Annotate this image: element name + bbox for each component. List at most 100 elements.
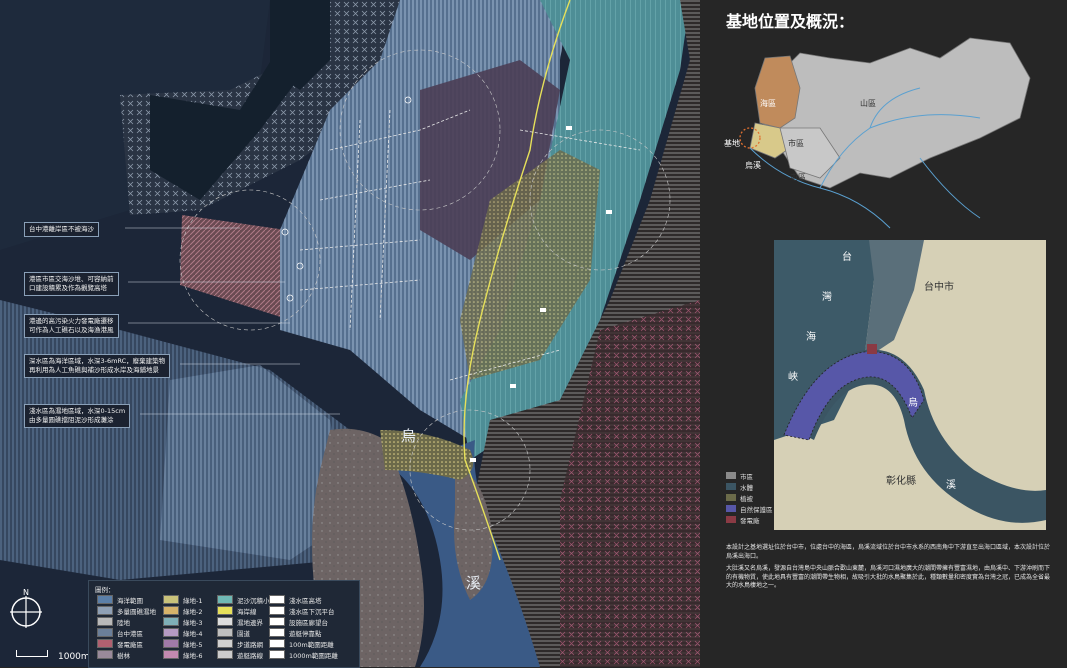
legend-item: 綠地-2 — [163, 606, 217, 616]
legend-title: 圖例： — [95, 586, 115, 594]
legend-item: 步道路網 — [217, 639, 269, 649]
legend-item: 綠地-1 — [163, 595, 217, 605]
inset-legend-label: 植被 — [740, 494, 753, 503]
legend-item: 陸地 — [97, 617, 163, 627]
inset-label-wuxi: 烏溪 — [745, 160, 761, 170]
callout-power-plant: 港邊的高污染火力發電廠遷移 可作為人工礁石以及海漁港風 — [24, 314, 119, 338]
legend-swatch — [217, 606, 233, 615]
inset-label-jidi: 基地 — [724, 138, 740, 148]
legend-swatch — [217, 595, 233, 604]
legend-label: 綠地-4 — [183, 629, 203, 638]
legend-label: 淺水區下沉平台 — [289, 607, 335, 616]
inset-legend-swatch — [726, 472, 736, 479]
inset-legend-item: 發電廠 — [726, 514, 773, 525]
legend-swatch — [163, 639, 179, 648]
legend-swatch — [269, 606, 285, 615]
legend-swatch — [269, 628, 285, 637]
legend-item: 設施區廊望台 — [269, 617, 357, 627]
legend-label: 綠地-5 — [183, 640, 203, 649]
legend-label: 濕地邊界 — [237, 618, 263, 627]
legend-item: 園道 — [217, 628, 269, 638]
legend-label: 多量圓礁濕地 — [117, 607, 156, 616]
inset-legend-item: 植被 — [726, 492, 773, 503]
legend-label: 遊艇路線 — [237, 651, 263, 660]
legend-swatch — [97, 606, 113, 615]
legend-label: 陸地 — [117, 618, 130, 627]
legend-item: 綠地-5 — [163, 639, 217, 649]
legend-item: 樹林 — [97, 650, 163, 660]
inset-legend-swatch — [726, 505, 736, 512]
legend-swatch — [97, 595, 113, 604]
inset-label-wan: 灣 — [822, 291, 832, 303]
legend-item: 濕地邊界 — [217, 617, 269, 627]
inset-label-xi: 溪 — [946, 479, 956, 491]
inset-legend-item: 市區 — [726, 470, 773, 481]
scale-label: 1000m — [58, 652, 90, 662]
legend-item: 1000m範圍距離 — [269, 650, 357, 660]
main-map[interactable]: 烏 溪 台中港離岸區不被海沙 港區市區交海沙堆、可容納前 口建設積累及作為觀覽高… — [0, 0, 700, 667]
inset-label-shi: 市區 — [788, 138, 804, 148]
callout-harbor: 台中港離岸區不被海沙 — [24, 222, 99, 237]
legend-label: 樹林 — [117, 651, 130, 660]
inset-label-hai: 海區 — [760, 98, 776, 108]
scale-bar: 1000m — [16, 650, 91, 664]
legend-label: 海岸線 — [237, 607, 257, 616]
legend-swatch — [269, 617, 285, 626]
legend-item: 綠地-6 — [163, 650, 217, 660]
north-compass: N — [6, 588, 46, 630]
legend-item: 多量圓礁濕地 — [97, 606, 163, 616]
scale-bar-line — [16, 650, 48, 657]
inset-site-power-plant — [867, 344, 877, 354]
legend-item: 100m範圍距離 — [269, 639, 357, 649]
description-para-1: 本設計之基地選址位於台中市，位處台中的海區，烏溪流域位於台中市水系的西南角中下游… — [726, 544, 1051, 560]
inset-label-shan: 山區 — [860, 98, 876, 108]
inset-label-wu: 烏 — [908, 396, 918, 409]
inset-districts-map[interactable]: 海區 山區 市區 屯區 基地 烏溪 — [720, 28, 1040, 238]
inset-legend: 市區 水體植被 自然保護區發電廠 — [726, 470, 773, 525]
legend-swatch — [97, 650, 113, 659]
legend-item: 泥沙沉積小島 — [217, 595, 276, 605]
inset-legend-item: 水體 — [726, 481, 773, 492]
legend-swatch — [269, 595, 285, 604]
legend-label: 綠地-3 — [183, 618, 203, 627]
legend-item: 遊艇停靠點 — [269, 628, 357, 638]
legend-swatch — [163, 595, 179, 604]
legend-swatch — [163, 606, 179, 615]
legend-swatch — [217, 617, 233, 626]
legend-label: 淺水區高塔 — [289, 596, 322, 605]
inset-label-taizhong: 台中市 — [924, 280, 954, 293]
legend-swatch — [163, 628, 179, 637]
legend-label: 綠地-1 — [183, 596, 203, 605]
legend-swatch — [217, 639, 233, 648]
callout-shallow-water: 淺水區為濕地區域，水深0-15cm 由多量圓礁擋阻泥沙形成灘涂 — [24, 404, 131, 428]
description: 本設計之基地選址位於台中市，位處台中的海區，烏溪流域位於台中市水系的西南角中下游… — [726, 544, 1051, 595]
inset-label-tun: 屯區 — [790, 172, 806, 182]
description-para-2: 大肚溪又名烏溪，發源自台灣島中央山脈合歡山東麓，烏溪河口濕地廣大的潮間帶擁有豐富… — [726, 565, 1051, 589]
legend-item: 海洋範圍 — [97, 595, 163, 605]
legend-swatch — [97, 628, 113, 637]
inset-label-xia: 峽 — [788, 370, 798, 383]
inset-label-hai2: 海 — [806, 330, 816, 343]
inset-legend-swatch — [726, 494, 736, 501]
inset-site-map[interactable]: 台 灣 海 峽 台中市 烏 溪 彰化縣 — [774, 240, 1046, 530]
compass-letter: N — [23, 588, 29, 597]
river-label-xi: 溪 — [466, 574, 482, 592]
legend-swatch — [269, 650, 285, 659]
legend-item: 發電廠區 — [97, 639, 163, 649]
legend-item: 淺水區下沉平台 — [269, 606, 357, 616]
legend-label: 綠地-6 — [183, 651, 203, 660]
legend-swatch — [269, 639, 285, 648]
legend-label: 海洋範圍 — [117, 596, 143, 605]
legend-swatch — [217, 650, 233, 659]
inset-legend-item: 自然保護區 — [726, 503, 773, 514]
legend-item: 淺水區高塔 — [269, 595, 357, 605]
inset-label-tai: 台 — [842, 250, 852, 263]
inset-legend-label: 發電廠 — [740, 516, 760, 525]
legend-label: 遊艇停靠點 — [289, 629, 322, 638]
legend-item: 台中港區 — [97, 628, 163, 638]
inset-legend-label: 市區 — [740, 472, 753, 481]
legend-label: 設施區廊望台 — [289, 618, 328, 627]
legend-label: 100m範圍距離 — [289, 640, 334, 649]
callout-deep-water: 深水區為海洋區域，水深3-6mRC，廢棄建築物 再利用為人工魚礁與補沙形成水岸及… — [24, 354, 171, 378]
inset-legend-swatch — [726, 516, 736, 523]
